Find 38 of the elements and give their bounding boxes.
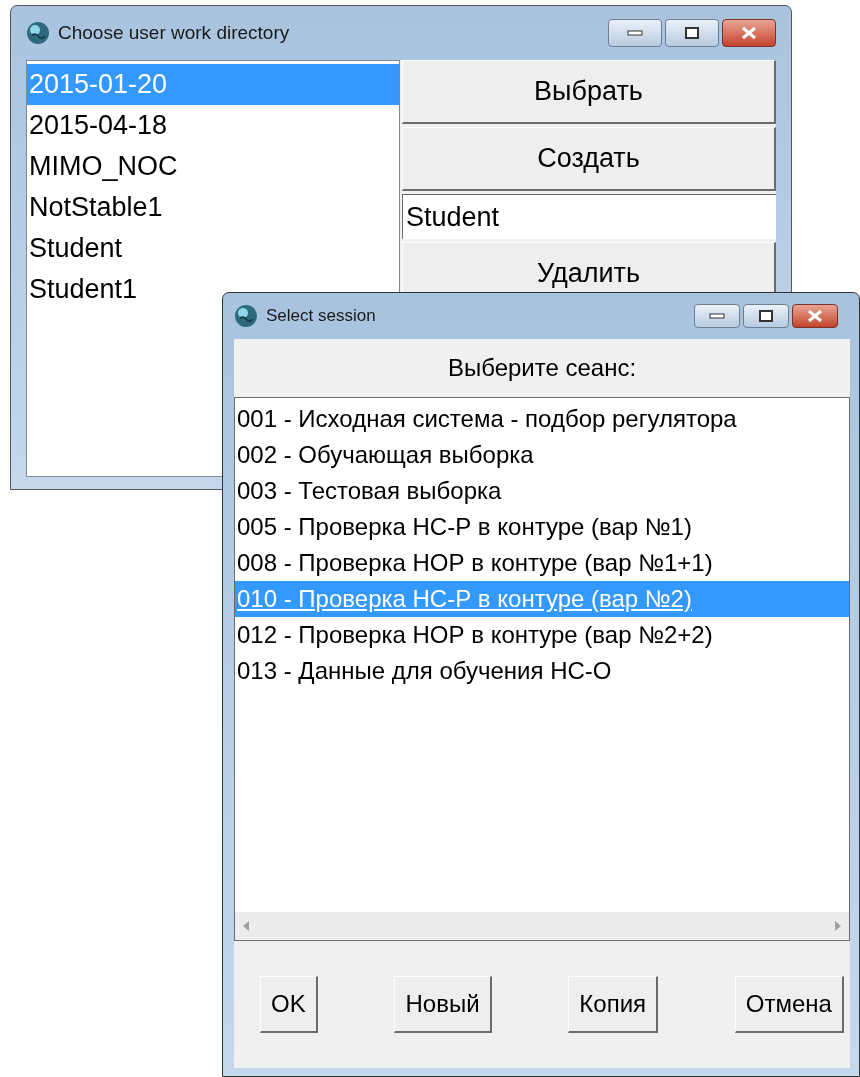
minimize-icon [627, 30, 643, 36]
create-button[interactable]: Создать [402, 127, 776, 191]
scroll-right-icon [835, 921, 841, 931]
session-item[interactable]: 013 - Данные для обучения НС-О [235, 653, 849, 689]
session-item[interactable]: 012 - Проверка НОР в контуре (вар №2+2) [235, 617, 849, 653]
maximize-icon [759, 310, 773, 322]
minimize-icon [709, 313, 725, 319]
minimize-button[interactable] [608, 19, 662, 47]
close-button[interactable] [722, 19, 776, 47]
window-title: Choose user work directory [58, 20, 290, 45]
dialog-button[interactable]: OK [260, 976, 318, 1033]
session-item[interactable]: 005 - Проверка НС-Р в контуре (вар №1) [235, 509, 849, 545]
folder-item[interactable]: NotStable1 [27, 187, 399, 228]
horizontal-scrollbar[interactable] [235, 912, 849, 940]
folder-item[interactable]: Student [27, 228, 399, 269]
scroll-left-icon [243, 921, 249, 931]
session-item[interactable]: 003 - Тестовая выборка [235, 473, 849, 509]
folder-item[interactable]: 2015-04-18 [27, 105, 399, 146]
dialog-button[interactable]: Отмена [734, 976, 844, 1033]
window-title: Select session [266, 305, 376, 328]
session-item[interactable]: 001 - Исходная система - подбор регулятора [235, 401, 849, 437]
minimize-button[interactable] [694, 304, 740, 328]
session-item[interactable]: 008 - Проверка НОР в контуре (вар №1+1) [235, 545, 849, 581]
close-icon [741, 26, 757, 40]
globe-icon [26, 21, 50, 45]
prompt-label: Выберите сеанс: [447, 353, 637, 383]
session-item[interactable]: 002 - Обучающая выборка [235, 437, 849, 473]
dialog-button[interactable]: Копия [568, 976, 659, 1033]
globe-icon [234, 304, 258, 328]
close-icon [807, 309, 823, 323]
folder-item[interactable]: MIMO_NOC [27, 146, 399, 187]
name-field[interactable]: Student [402, 194, 776, 239]
maximize-button[interactable] [743, 304, 789, 328]
dialog-button[interactable]: Новый [394, 976, 492, 1033]
close-button[interactable] [792, 304, 838, 328]
select-button[interactable]: Выбрать [402, 60, 776, 124]
maximize-button[interactable] [665, 19, 719, 47]
maximize-icon [685, 27, 699, 39]
